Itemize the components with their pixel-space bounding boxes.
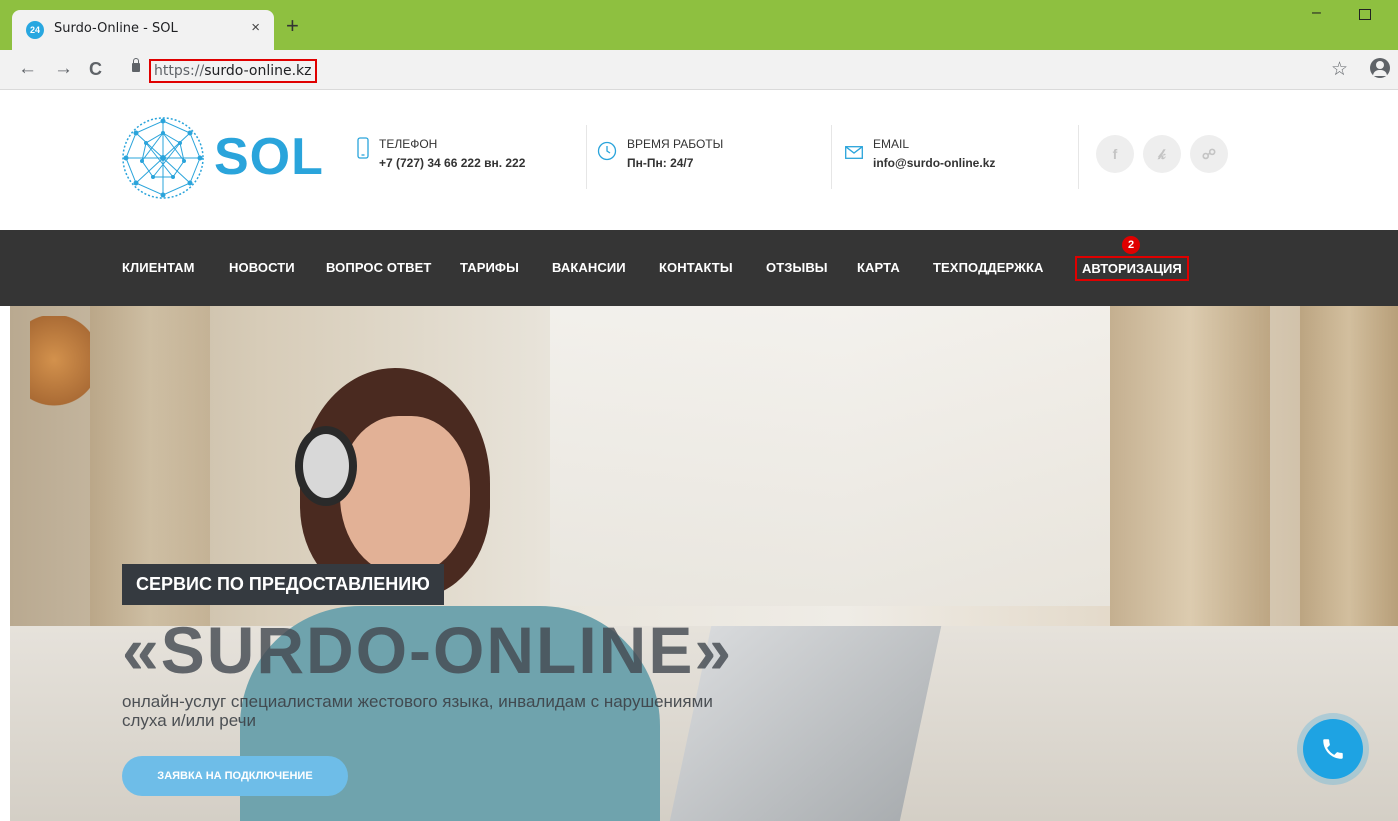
logo-globe-icon[interactable]: [118, 113, 208, 203]
annotation-marker-2: 2: [1122, 236, 1140, 254]
nav-item-vacancies[interactable]: ВАКАНСИИ: [552, 260, 626, 275]
email-value[interactable]: info@surdo-online.kz: [873, 156, 995, 170]
nav-item-reviews[interactable]: ОТЗЫВЫ: [766, 260, 828, 275]
phone-call-icon: [1323, 739, 1343, 759]
browser-toolbar: ← → C https://surdo-online.kz ☆: [0, 50, 1398, 90]
phone-value[interactable]: +7 (727) 34 66 222 вн. 222: [379, 156, 525, 170]
reload-icon[interactable]: C: [89, 58, 102, 80]
nav-item-map[interactable]: КАРТА: [857, 260, 900, 275]
phone-icon: [357, 137, 369, 159]
browser-tab[interactable]: 24 Surdo-Online - SOL ×: [12, 10, 274, 50]
vk-icon[interactable]: 𝓀: [1143, 135, 1181, 173]
email-label: EMAIL: [873, 137, 910, 151]
header-divider: [831, 125, 832, 189]
maximize-button[interactable]: [1359, 9, 1371, 20]
hero-banner: СЕРВИС ПО ПРЕДОСТАВЛЕНИЮ «SURDO-ONLINE» …: [10, 306, 1398, 821]
hero-title: «SURDO-ONLINE»: [122, 613, 734, 687]
hero-woman-face: [340, 416, 470, 576]
back-arrow-icon[interactable]: ←: [18, 58, 37, 80]
call-button[interactable]: [1303, 719, 1363, 779]
nav-item-tariffs[interactable]: ТАРИФЫ: [460, 260, 519, 275]
connect-request-button[interactable]: ЗАЯВКА НА ПОДКЛЮЧЕНИЕ: [122, 756, 348, 796]
new-tab-button[interactable]: +: [286, 15, 299, 37]
url-scheme: https://: [154, 63, 205, 79]
account-icon[interactable]: [1370, 58, 1390, 78]
nav-item-authorization[interactable]: АВТОРИЗАЦИЯ: [1075, 256, 1189, 281]
tab-title: Surdo-Online - SOL: [54, 21, 178, 36]
nav-item-contacts[interactable]: КОНТАКТЫ: [659, 260, 733, 275]
hours-label: ВРЕМЯ РАБОТЫ: [627, 137, 724, 151]
social-icon[interactable]: ☍: [1190, 135, 1228, 173]
hours-value: Пн-Пн: 24/7: [627, 156, 694, 170]
lock-icon: [132, 58, 140, 72]
bookmark-star-icon[interactable]: ☆: [1331, 58, 1348, 81]
minimize-button[interactable]: –: [1312, 4, 1321, 22]
hero-tagline: СЕРВИС ПО ПРЕДОСТАВЛЕНИЮ: [122, 564, 444, 605]
address-bar[interactable]: https://surdo-online.kz: [149, 59, 317, 83]
nav-item-news[interactable]: НОВОСТИ: [229, 260, 295, 275]
headphone-image: [295, 426, 357, 506]
nav-item-faq[interactable]: ВОПРОС ОТВЕТ: [326, 260, 431, 275]
mail-icon: [845, 146, 863, 159]
facebook-icon[interactable]: f: [1096, 135, 1134, 173]
tab-favicon-icon: 24: [26, 21, 44, 39]
header-divider: [586, 125, 587, 189]
header-divider: [1078, 125, 1079, 189]
url-host: surdo-online.kz: [204, 63, 312, 79]
nav-item-support[interactable]: ТЕХПОДДЕРЖКА: [933, 260, 1044, 275]
tab-close-icon[interactable]: ×: [251, 19, 260, 36]
hero-window-light: [550, 306, 1110, 606]
site-header: SOL ТЕЛЕФОН +7 (727) 34 66 222 вн. 222 В…: [0, 91, 1398, 230]
forward-arrow-icon[interactable]: →: [54, 58, 73, 80]
nav-item-clients[interactable]: КЛИЕНТАМ: [122, 260, 195, 275]
hero-plant: [30, 316, 90, 426]
browser-tab-bar: 24 Surdo-Online - SOL × + –: [0, 0, 1398, 50]
hero-subtitle: онлайн-услуг специалистами жестового язы…: [122, 692, 713, 730]
phone-label: ТЕЛЕФОН: [379, 137, 438, 151]
main-nav: КЛИЕНТАМ НОВОСТИ ВОПРОС ОТВЕТ ТАРИФЫ ВАК…: [0, 230, 1398, 306]
logo-text[interactable]: SOL: [214, 127, 324, 187]
clock-icon: [597, 141, 617, 161]
